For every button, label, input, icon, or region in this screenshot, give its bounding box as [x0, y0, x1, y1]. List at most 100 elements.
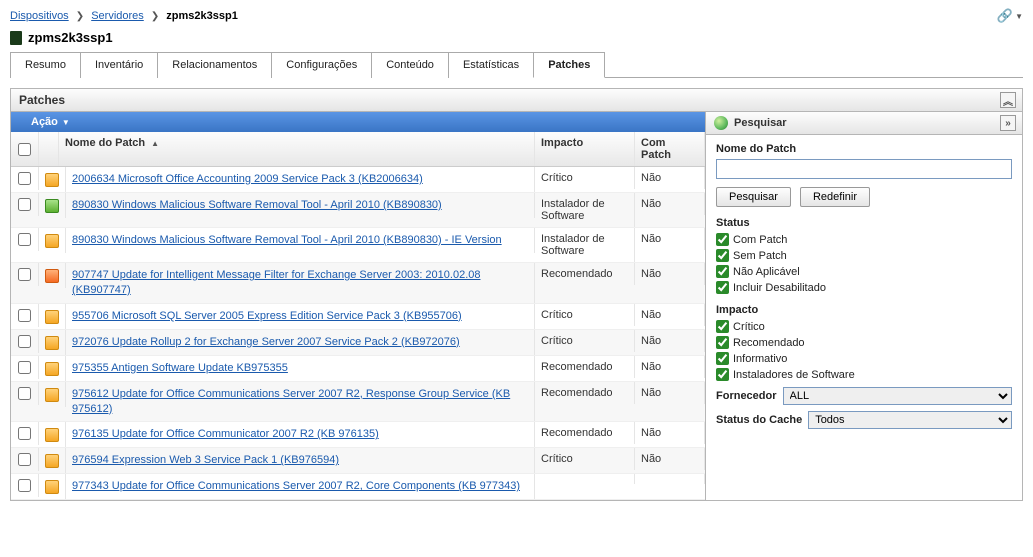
table-row: 976135 Update for Office Communicator 20… — [11, 422, 705, 448]
row-checkbox[interactable] — [18, 335, 31, 348]
chk-sempatch-label: Sem Patch — [733, 250, 787, 262]
chk-instaladores-label: Instaladores de Software — [733, 369, 855, 381]
select-all-cell — [11, 132, 39, 166]
page-title: zpms2k3ssp1 — [28, 30, 113, 45]
patch-status-icon — [45, 234, 59, 248]
patch-name-link[interactable]: 890830 Windows Malicious Software Remova… — [72, 233, 502, 248]
patch-patched: Não — [635, 330, 705, 352]
patch-status-icon — [45, 428, 59, 442]
patch-patched: Não — [635, 448, 705, 470]
chk-naoaplicavel[interactable] — [716, 265, 729, 278]
breadcrumb: Dispositivos ❯ Servidores ❯ zpms2k3ssp1 — [10, 10, 238, 22]
sort-asc-icon: ▲ — [151, 139, 159, 148]
row-checkbox[interactable] — [18, 479, 31, 492]
patch-impact: Recomendado — [535, 356, 635, 378]
row-checkbox[interactable] — [18, 268, 31, 281]
server-icon — [10, 31, 22, 45]
chk-instaladores[interactable] — [716, 368, 729, 381]
patch-status-icon — [45, 362, 59, 376]
row-checkbox[interactable] — [18, 387, 31, 400]
breadcrumb-current: zpms2k3ssp1 — [166, 10, 238, 22]
patch-impact: Crítico — [535, 448, 635, 470]
col-header-impact[interactable]: Impacto — [535, 132, 635, 166]
row-checkbox[interactable] — [18, 233, 31, 246]
table-row: 975612 Update for Office Communications … — [11, 382, 705, 423]
search-name-input[interactable] — [716, 159, 1012, 179]
tab-patches[interactable]: Patches — [533, 52, 605, 78]
patch-status-icon — [45, 310, 59, 324]
patch-name-link[interactable]: 975612 Update for Office Communications … — [72, 387, 528, 417]
table-row: 975355 Antigen Software Update KB975355 R… — [11, 356, 705, 382]
table-row: 955706 Microsoft SQL Server 2005 Express… — [11, 304, 705, 330]
tab-configuracoes[interactable]: Configurações — [271, 52, 372, 78]
patch-name-link[interactable]: 890830 Windows Malicious Software Remova… — [72, 198, 442, 213]
chevron-right-icon: ❯ — [76, 11, 84, 22]
chk-compatch[interactable] — [716, 233, 729, 246]
patch-name-link[interactable]: 907747 Update for Intelligent Message Fi… — [72, 268, 528, 298]
chk-informativo[interactable] — [716, 352, 729, 365]
tab-inventario[interactable]: Inventário — [80, 52, 158, 78]
reset-button[interactable]: Redefinir — [800, 187, 870, 207]
table-row: 972076 Update Rollup 2 for Exchange Serv… — [11, 330, 705, 356]
row-checkbox[interactable] — [18, 453, 31, 466]
patch-patched: Não — [635, 228, 705, 250]
patch-name-link[interactable]: 972076 Update Rollup 2 for Exchange Serv… — [72, 335, 460, 350]
chk-sempatch[interactable] — [716, 249, 729, 262]
breadcrumb-dispositivos[interactable]: Dispositivos — [10, 10, 69, 22]
action-menu[interactable]: Ação ▼ — [11, 112, 705, 132]
table-row: 890830 Windows Malicious Software Remova… — [11, 228, 705, 263]
col-header-icon — [39, 132, 59, 166]
tab-relacionamentos[interactable]: Relacionamentos — [157, 52, 272, 78]
impact-heading: Impacto — [716, 304, 1012, 316]
patch-name-link[interactable]: 976594 Expression Web 3 Service Pack 1 (… — [72, 453, 339, 468]
tabs: Resumo Inventário Relacionamentos Config… — [10, 51, 1023, 78]
patch-impact — [535, 474, 635, 484]
cache-select[interactable]: Todos — [808, 411, 1012, 429]
col-header-name[interactable]: Nome do Patch ▲ — [59, 132, 535, 166]
patch-name-link[interactable]: 977343 Update for Office Communications … — [72, 479, 520, 494]
patch-status-icon — [45, 199, 59, 213]
search-button[interactable]: Pesquisar — [716, 187, 791, 207]
cache-label: Status do Cache — [716, 414, 802, 426]
expand-search-toggle[interactable]: » — [1000, 115, 1016, 131]
link-dropdown[interactable]: 🔗 ▼ — [997, 8, 1023, 24]
select-all-checkbox[interactable] — [18, 143, 31, 156]
patch-name-link[interactable]: 955706 Microsoft SQL Server 2005 Express… — [72, 309, 462, 324]
panel-title: Patches — [19, 93, 65, 107]
tab-resumo[interactable]: Resumo — [10, 52, 81, 78]
patch-patched: Não — [635, 167, 705, 189]
patch-patched: Não — [635, 382, 705, 404]
patch-name-link[interactable]: 976135 Update for Office Communicator 20… — [72, 427, 379, 442]
patch-name-link[interactable]: 2006634 Microsoft Office Accounting 2009… — [72, 172, 423, 187]
search-panel-title: Pesquisar — [734, 117, 787, 129]
row-checkbox[interactable] — [18, 198, 31, 211]
patch-patched: Não — [635, 304, 705, 326]
row-checkbox[interactable] — [18, 309, 31, 322]
row-checkbox[interactable] — [18, 427, 31, 440]
table-row: 976594 Expression Web 3 Service Pack 1 (… — [11, 448, 705, 474]
chk-compatch-label: Com Patch — [733, 234, 787, 246]
tab-estatisticas[interactable]: Estatísticas — [448, 52, 534, 78]
action-label: Ação — [31, 116, 58, 128]
collapse-toggle[interactable]: ︽ — [1000, 92, 1016, 108]
chk-incluirdesab-label: Incluir Desabilitado — [733, 282, 826, 294]
patch-patched: Não — [635, 193, 705, 215]
patch-patched — [635, 474, 705, 484]
chk-incluirdesab[interactable] — [716, 281, 729, 294]
table-row: 2006634 Microsoft Office Accounting 2009… — [11, 167, 705, 193]
breadcrumb-servidores[interactable]: Servidores — [91, 10, 144, 22]
link-icon: 🔗 — [997, 8, 1013, 24]
row-checkbox[interactable] — [18, 361, 31, 374]
vendor-select[interactable]: ALL — [783, 387, 1012, 405]
col-header-patched[interactable]: Com Patch — [635, 132, 705, 166]
row-checkbox[interactable] — [18, 172, 31, 185]
chevron-right-icon: ❯ — [151, 11, 159, 22]
search-globe-icon — [714, 116, 728, 130]
status-heading: Status — [716, 217, 1012, 229]
patch-impact: Crítico — [535, 304, 635, 326]
chk-recomendado[interactable] — [716, 336, 729, 349]
chk-critico[interactable] — [716, 320, 729, 333]
patch-name-link[interactable]: 975355 Antigen Software Update KB975355 — [72, 361, 288, 376]
tab-conteudo[interactable]: Conteúdo — [371, 52, 449, 78]
chk-informativo-label: Informativo — [733, 353, 787, 365]
